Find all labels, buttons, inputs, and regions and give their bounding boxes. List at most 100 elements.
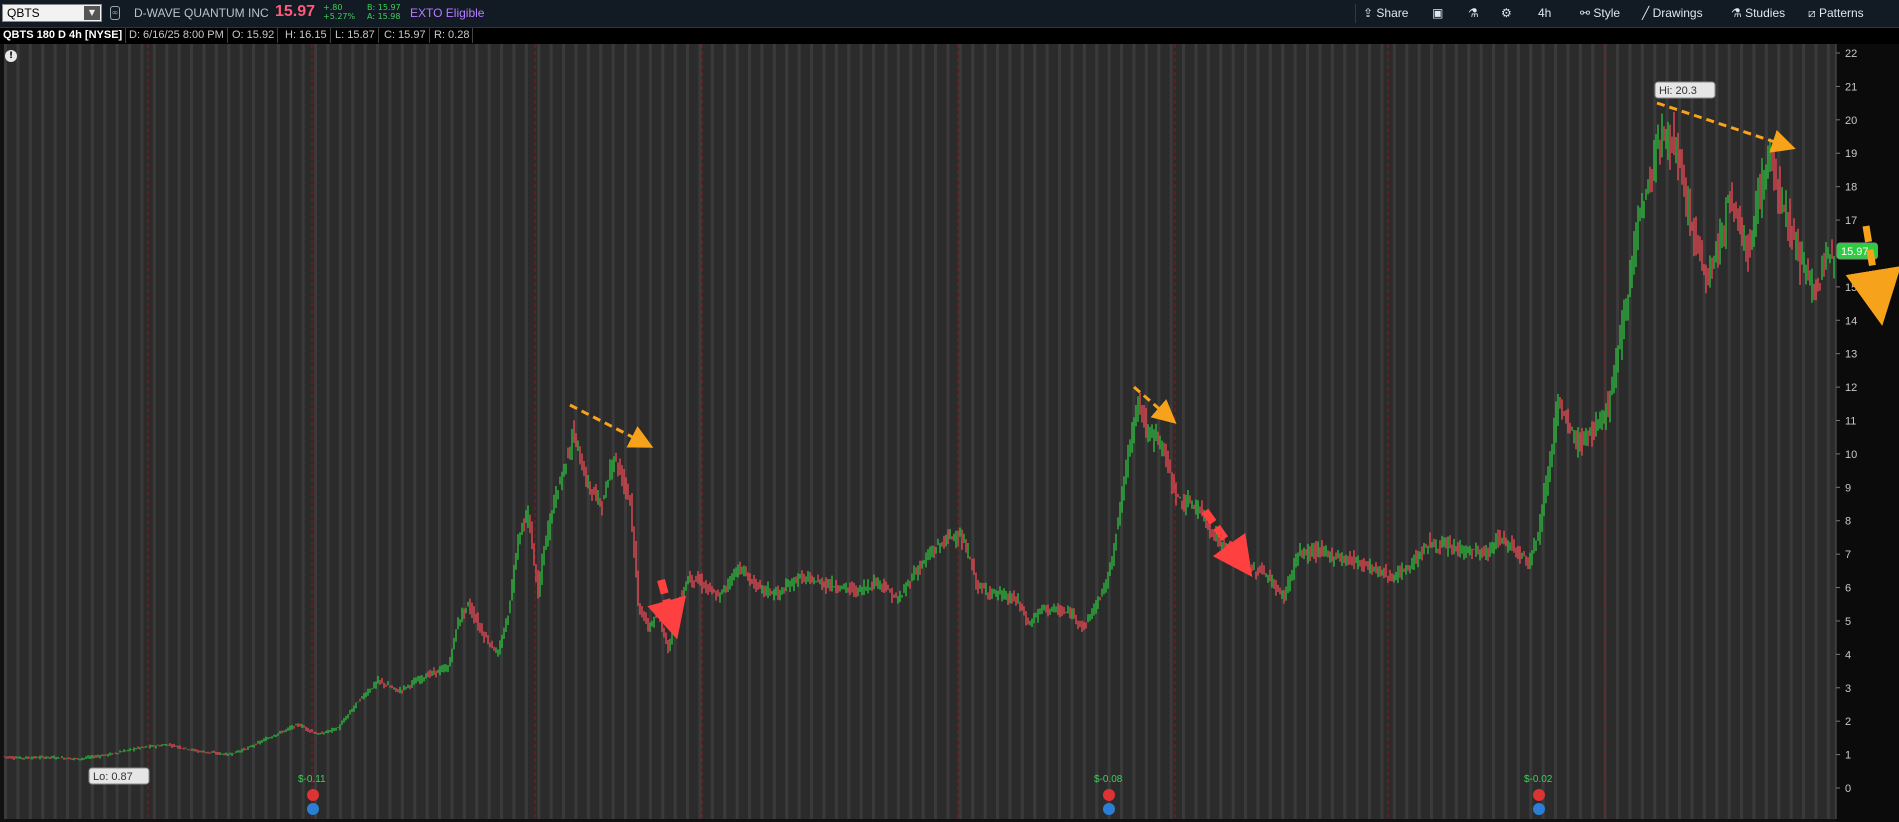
day-stripe: [574, 44, 578, 819]
earnings-icon: [1103, 789, 1115, 801]
style-button[interactable]: ⚯ Style: [1580, 0, 1620, 27]
day-stripe: [983, 44, 987, 819]
day-stripe: [760, 44, 764, 819]
day-stripe: [1826, 44, 1830, 819]
day-stripe: [1740, 44, 1744, 819]
y-tick-label: 5: [1845, 616, 1851, 628]
day-stripe: [376, 44, 380, 819]
bar-low: L: 15.87: [332, 28, 379, 43]
bar-close: C: 15.97: [381, 28, 430, 43]
day-stripe: [438, 44, 442, 819]
y-tick-label: 15: [1845, 282, 1857, 294]
share-label: Share: [1376, 6, 1409, 20]
day-stripe: [1008, 44, 1012, 819]
day-stripe: [785, 44, 789, 819]
day-stripe: [1802, 44, 1806, 819]
day-stripe: [190, 44, 194, 819]
y-tick-label: 22: [1845, 48, 1857, 60]
studies-icon: ⚗: [1731, 6, 1746, 20]
day-stripe: [1268, 44, 1272, 819]
day-stripe: [252, 44, 256, 819]
day-stripe: [1430, 44, 1434, 819]
day-stripe: [202, 44, 206, 819]
day-stripe: [1244, 44, 1248, 819]
price-chart[interactable]: 012345678910111213141516171819202122Hi: …: [0, 44, 1899, 822]
patterns-label: Patterns: [1818, 6, 1864, 20]
exto-badge[interactable]: EXTO Eligible: [410, 6, 484, 20]
day-stripe: [425, 44, 429, 819]
day-stripe: [103, 44, 107, 819]
day-stripe: [537, 44, 541, 819]
day-stripe: [462, 44, 466, 819]
change-pct: +5.27%: [323, 12, 356, 21]
day-stripe: [1082, 44, 1086, 819]
day-stripe: [834, 44, 838, 819]
style-icon: ⚯: [1580, 6, 1594, 20]
day-stripe: [872, 44, 876, 819]
y-tick-label: 2: [1845, 716, 1851, 728]
day-stripe: [1492, 44, 1496, 819]
day-stripe: [239, 44, 243, 819]
y-tick-label: 13: [1845, 349, 1857, 361]
y-tick-label: 11: [1845, 416, 1856, 428]
day-stripe: [28, 44, 32, 819]
day-stripe: [475, 44, 479, 819]
link-icon[interactable]: ∞: [110, 6, 120, 20]
patterns-button[interactable]: ⧄ Patterns: [1808, 0, 1864, 27]
day-stripe: [1665, 44, 1669, 819]
day-stripe: [1194, 44, 1198, 819]
bid-value: B: 15.97: [367, 3, 401, 12]
day-stripe: [1702, 44, 1706, 819]
day-stripe: [686, 44, 690, 819]
day-stripe: [1628, 44, 1632, 819]
day-stripe: [1516, 44, 1520, 819]
day-stripe: [1777, 44, 1781, 819]
alert-icon[interactable]: !: [5, 50, 17, 62]
day-stripe: [1479, 44, 1483, 819]
day-stripe: [710, 44, 714, 819]
day-stripe: [1120, 44, 1124, 819]
ask-value: A: 15.98: [367, 12, 401, 21]
camera-icon: ▣: [1432, 6, 1444, 20]
day-stripe: [115, 44, 119, 819]
day-stripe: [1467, 44, 1471, 819]
day-stripe: [723, 44, 727, 819]
day-stripe: [735, 44, 739, 819]
day-stripe: [78, 44, 82, 819]
day-stripe: [586, 44, 590, 819]
day-stripe: [1380, 44, 1384, 819]
day-stripe: [16, 44, 20, 819]
day-stripe: [971, 44, 975, 819]
y-tick-label: 14: [1845, 315, 1857, 327]
day-stripe: [1231, 44, 1235, 819]
day-stripe: [53, 44, 57, 819]
y-tick-label: 12: [1845, 382, 1857, 394]
symbol-dropdown-icon[interactable]: ▼: [84, 6, 100, 20]
y-tick-label: 6: [1845, 583, 1851, 595]
timeframe-button[interactable]: 4h: [1538, 0, 1551, 27]
gear-icon: ⚙: [1501, 6, 1512, 20]
day-stripe: [1095, 44, 1099, 819]
studies-button[interactable]: ⚗ Studies: [1731, 0, 1785, 27]
day-stripe: [797, 44, 801, 819]
day-stripe: [1405, 44, 1409, 819]
share-button[interactable]: ⇪ Share: [1363, 0, 1408, 27]
day-stripe: [1752, 44, 1756, 819]
dividend-icon: [1103, 803, 1115, 815]
y-tick-label: 18: [1845, 182, 1857, 194]
snapshot-button[interactable]: ▣: [1432, 0, 1443, 27]
day-stripe: [562, 44, 566, 819]
y-tick-label: 7: [1845, 549, 1851, 561]
net-change: +.80 +5.27%: [323, 3, 355, 21]
drawings-button[interactable]: ╱ Drawings: [1642, 0, 1703, 27]
flask-button[interactable]: ⚗: [1468, 0, 1479, 27]
y-tick-label: 4: [1845, 649, 1851, 661]
day-stripe: [772, 44, 776, 819]
day-stripe: [1169, 44, 1173, 819]
day-stripe: [847, 44, 851, 819]
day-stripe: [636, 44, 640, 819]
day-stripe: [227, 44, 231, 819]
settings-button[interactable]: ⚙: [1501, 0, 1512, 27]
day-stripe: [673, 44, 677, 819]
symbol-input[interactable]: QBTS ▼: [2, 4, 102, 22]
